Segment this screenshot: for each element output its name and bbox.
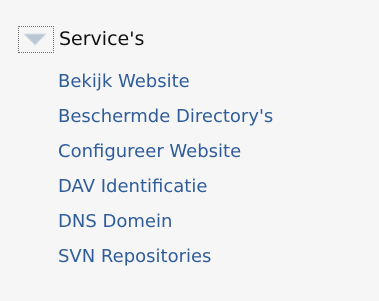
list-item: SVN Repositories [58,239,273,274]
link-svn-repositories[interactable]: SVN Repositories [58,247,211,266]
link-dns-domein[interactable]: DNS Domein [58,212,172,231]
section-title: Service's [59,27,145,50]
expand-collapse-toggle[interactable] [18,25,54,53]
list-item: DNS Domein [58,204,273,239]
section-header: Service's [18,23,144,55]
list-item: DAV Identificatie [58,169,273,204]
link-beschermde-directorys[interactable]: Beschermde Directory's [58,107,273,126]
list-item: Beschermde Directory's [58,99,273,134]
link-dav-identificatie[interactable]: DAV Identificatie [58,177,207,196]
list-item: Configureer Website [58,134,273,169]
link-configureer-website[interactable]: Configureer Website [58,142,241,161]
triangle-down-icon [22,33,48,46]
link-bekijk-website[interactable]: Bekijk Website [58,72,190,91]
list-item: Bekijk Website [58,64,273,99]
service-links-list: Bekijk Website Beschermde Directory's Co… [58,64,273,274]
services-panel: Service's Bekijk Website Beschermde Dire… [0,0,379,301]
